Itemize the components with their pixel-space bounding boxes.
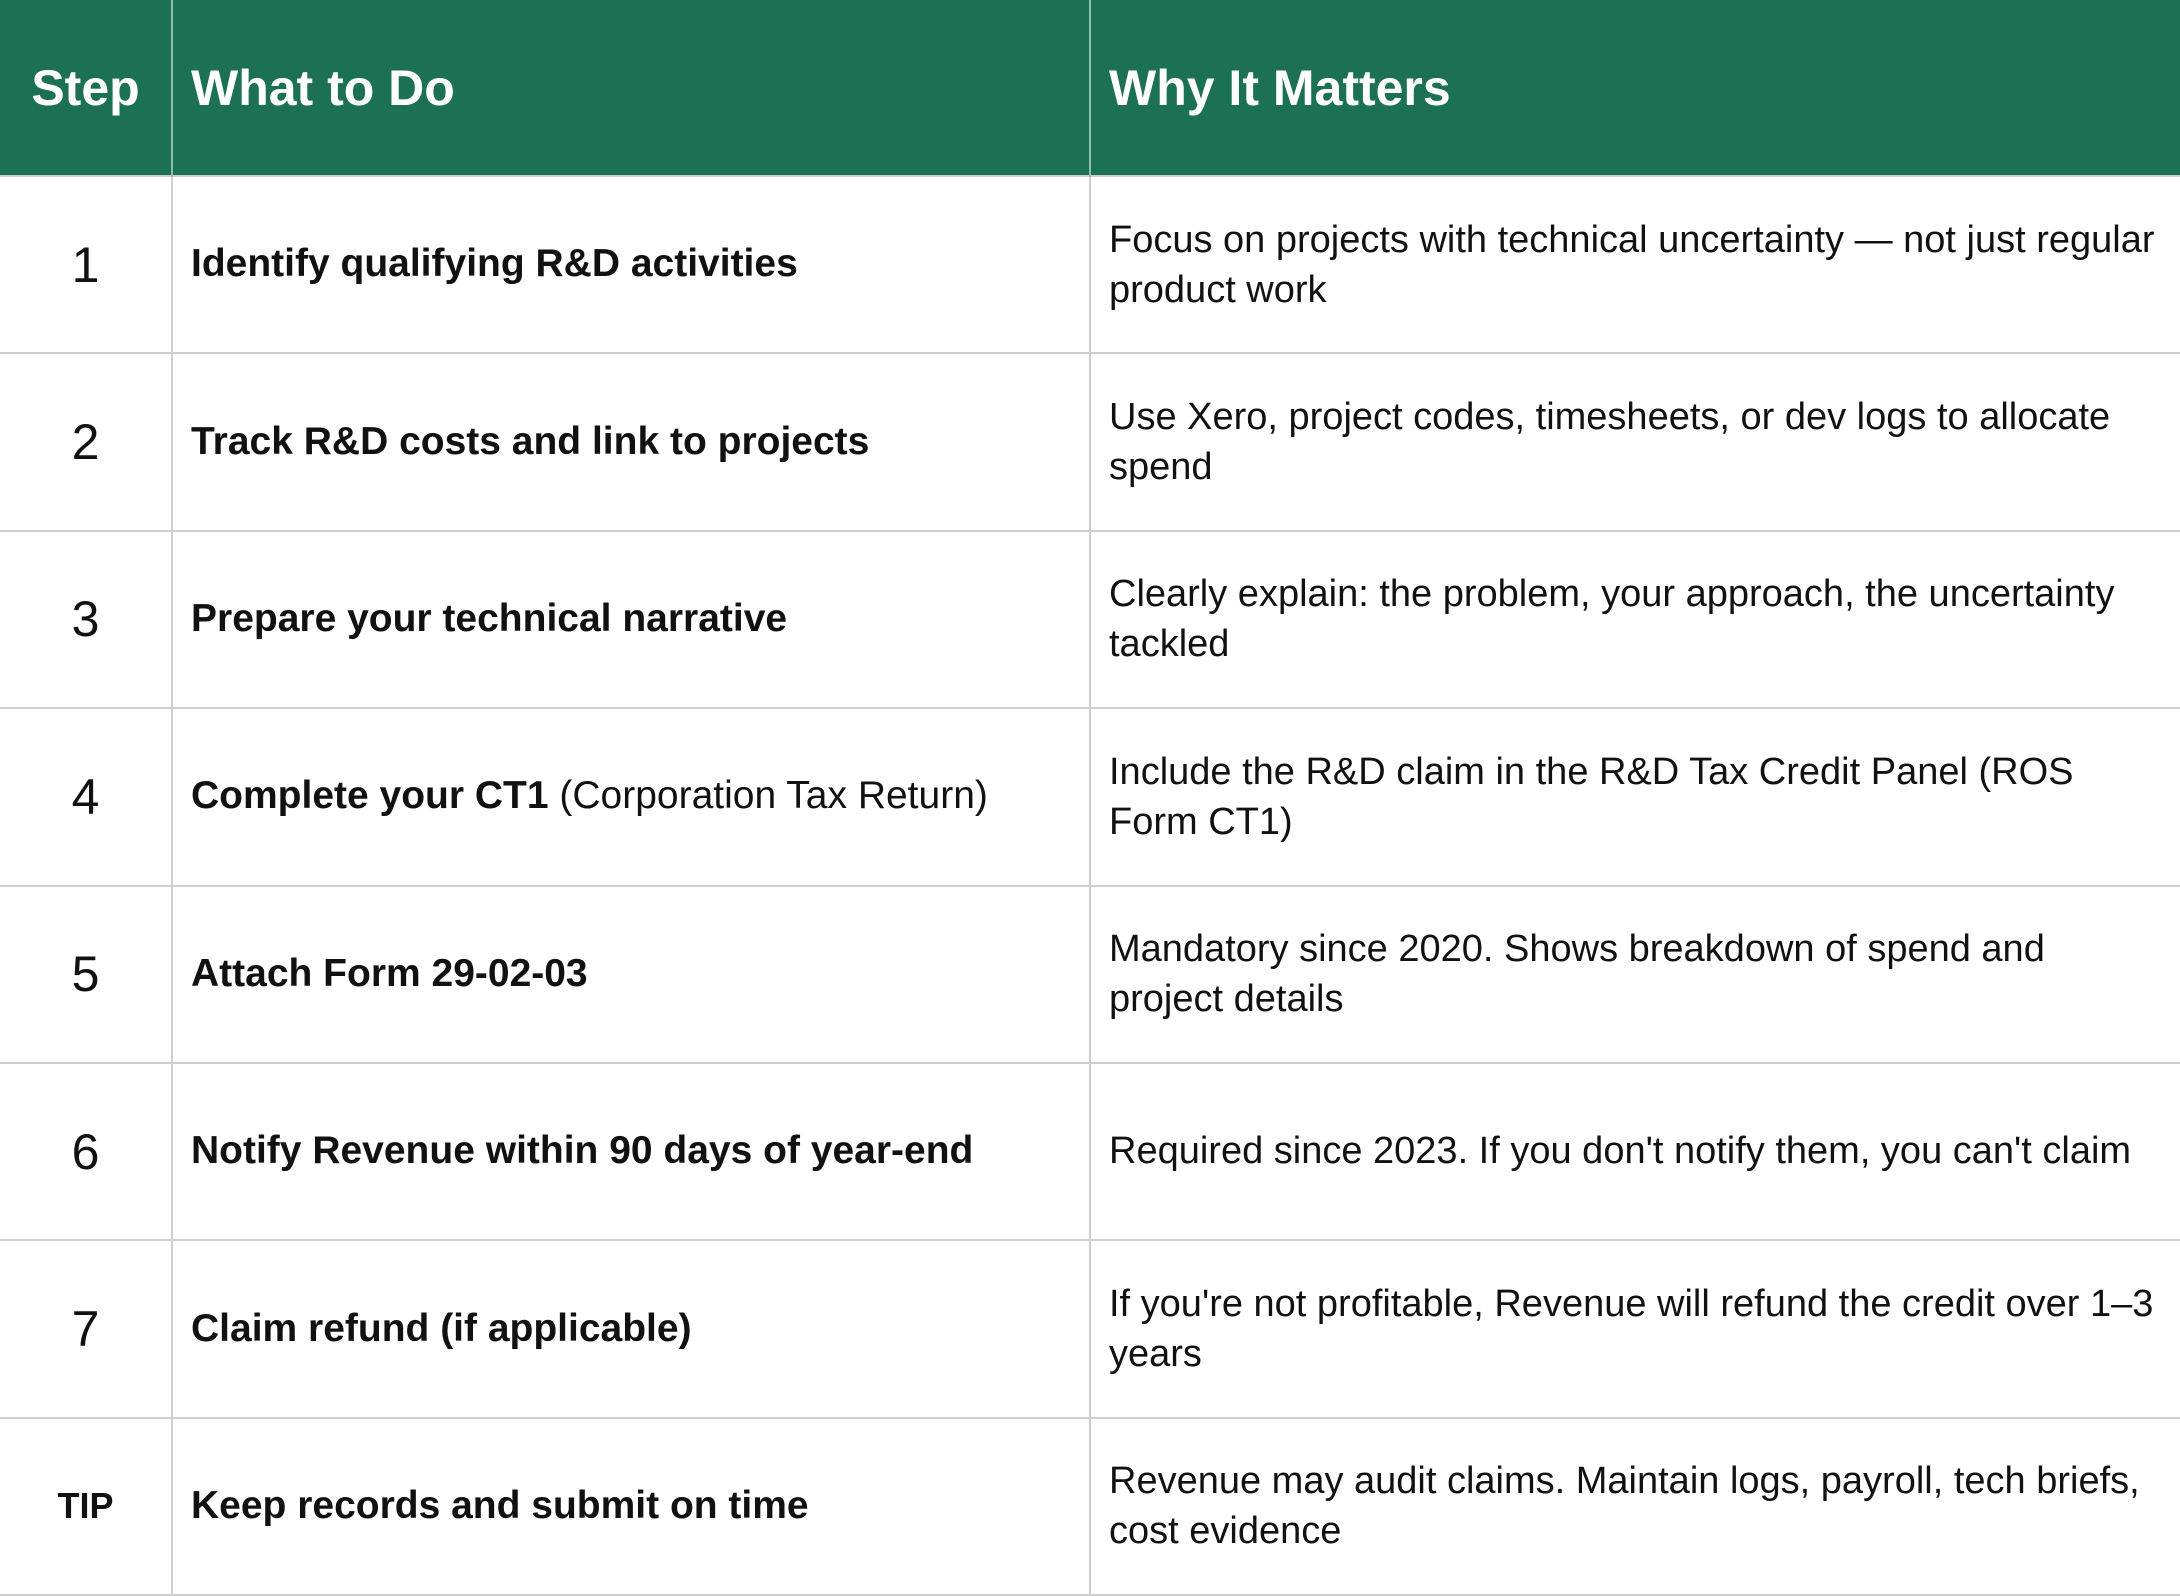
table-row: 2 Track R&D costs and link to projects U… xyxy=(0,352,2180,532)
what-to-do-text: Identify qualifying R&D activities xyxy=(191,242,798,286)
step-number: 7 xyxy=(0,1239,173,1419)
why-it-matters-cell: Focus on projects with technical uncerta… xyxy=(1089,174,2180,355)
what-to-do-text: Keep records and submit on time xyxy=(191,1483,809,1527)
why-it-matters-cell: Include the R&D claim in the R&D Tax Cre… xyxy=(1089,707,2180,887)
table-row: TIP Keep records and submit on time Reve… xyxy=(0,1416,2180,1596)
why-it-matters-cell: Required since 2023. If you don't notify… xyxy=(1089,1061,2180,1242)
what-to-do-cell: Notify Revenue within 90 days of year-en… xyxy=(171,1061,1091,1242)
header-what-to-do: What to Do xyxy=(172,0,1091,176)
rd-steps-table: Step What to Do Why It Matters 1 Identif… xyxy=(0,0,2180,1596)
what-to-do-note: (Corporation Tax Return) xyxy=(559,774,988,818)
what-to-do-cell: Identify qualifying R&D activities xyxy=(171,174,1091,355)
what-to-do-text: Track R&D costs and link to projects xyxy=(191,419,870,463)
header-step: Step xyxy=(0,0,173,176)
what-to-do-cell: Complete your CT1 (Corporation Tax Retur… xyxy=(171,707,1091,887)
table-row: 3 Prepare your technical narrative Clear… xyxy=(0,529,2180,710)
table-row: 4 Complete your CT1 (Corporation Tax Ret… xyxy=(0,707,2180,887)
step-number: 4 xyxy=(0,707,173,887)
step-number: 3 xyxy=(0,529,173,710)
why-it-matters-cell: Clearly explain: the problem, your appro… xyxy=(1089,529,2180,710)
what-to-do-text: Complete your CT1 xyxy=(191,774,549,818)
step-number: 2 xyxy=(0,352,173,532)
what-to-do-cell: Track R&D costs and link to projects xyxy=(171,352,1091,532)
why-it-matters-cell: If you're not profitable, Revenue will r… xyxy=(1089,1239,2180,1419)
what-to-do-text: Prepare your technical narrative xyxy=(191,597,788,641)
table-header-row: Step What to Do Why It Matters xyxy=(0,0,2180,176)
what-to-do-cell: Claim refund (if applicable) xyxy=(171,1239,1091,1419)
why-it-matters-cell: Mandatory since 2020. Shows breakdown of… xyxy=(1089,884,2180,1064)
table-row: 6 Notify Revenue within 90 days of year-… xyxy=(0,1061,2180,1242)
what-to-do-text: Attach Form 29-02-03 xyxy=(191,951,588,995)
what-to-do-text: Claim refund (if applicable) xyxy=(191,1306,692,1350)
what-to-do-text: Notify Revenue within 90 days of year-en… xyxy=(191,1129,974,1173)
step-number: 5 xyxy=(0,884,173,1064)
what-to-do-cell: Attach Form 29-02-03 xyxy=(171,884,1091,1064)
table-row: 1 Identify qualifying R&D activities Foc… xyxy=(0,174,2180,355)
why-it-matters-cell: Revenue may audit claims. Maintain logs,… xyxy=(1089,1416,2180,1596)
what-to-do-cell: Keep records and submit on time xyxy=(171,1416,1091,1596)
header-why-it-matters: Why It Matters xyxy=(1090,0,2180,176)
why-it-matters-cell: Use Xero, project codes, timesheets, or … xyxy=(1089,352,2180,532)
step-number: 6 xyxy=(0,1061,173,1242)
table-row: 5 Attach Form 29-02-03 Mandatory since 2… xyxy=(0,884,2180,1064)
tip-label: TIP xyxy=(0,1416,173,1596)
what-to-do-cell: Prepare your technical narrative xyxy=(171,529,1091,710)
step-number: 1 xyxy=(0,174,173,355)
table-row: 7 Claim refund (if applicable) If you're… xyxy=(0,1239,2180,1419)
